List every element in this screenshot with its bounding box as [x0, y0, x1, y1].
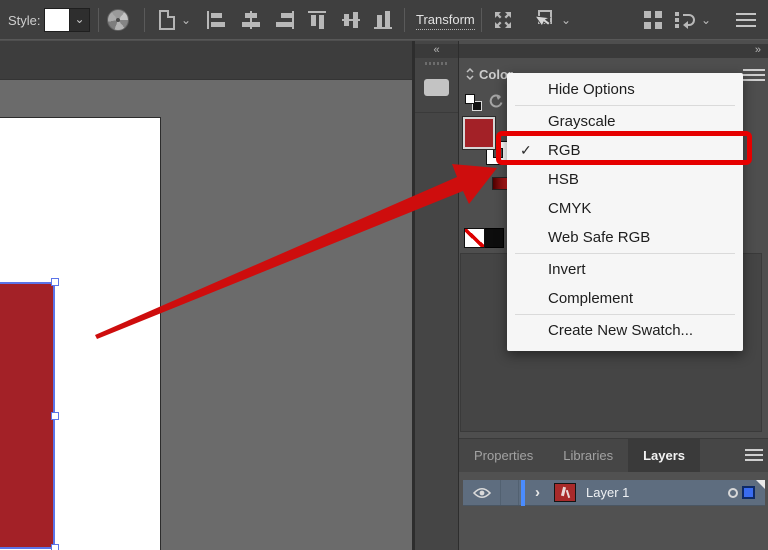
snap-grid-icon[interactable]	[644, 11, 662, 29]
expand-dock-button[interactable]: »	[459, 44, 768, 58]
menu-item-complement[interactable]: Complement	[507, 284, 743, 313]
fill-color-swatch[interactable]	[463, 117, 495, 149]
dock-grip[interactable]	[425, 62, 448, 65]
fill-stroke-mini-icon[interactable]	[465, 94, 482, 111]
black-color-swatch[interactable]	[485, 228, 504, 248]
tab-layers[interactable]: Layers	[628, 439, 700, 472]
menu-separator	[515, 314, 735, 315]
color-panel-flyout-menu: Hide Options Grayscale ✓ RGB HSB CMYK We…	[507, 73, 743, 351]
comments-panel-button[interactable]	[415, 67, 458, 113]
layers-panel-menu-button[interactable]	[745, 449, 763, 461]
target-circle-icon[interactable]	[728, 488, 738, 498]
chevron-down-icon[interactable]: ⌄	[70, 8, 90, 32]
toolbar-separator	[98, 8, 99, 32]
canvas[interactable]	[0, 41, 412, 550]
comment-bubble-icon	[424, 79, 449, 96]
panel-tab-bar: Properties Libraries Layers	[459, 438, 768, 472]
fit-to-selection-icon[interactable]	[492, 9, 514, 31]
layer-corner-marker	[756, 480, 765, 489]
menu-item-create-new-swatch[interactable]: Create New Swatch...	[507, 316, 743, 345]
menu-item-hsb[interactable]: HSB	[507, 165, 743, 194]
icon-dock: «	[415, 41, 458, 550]
document-setup-icon[interactable]	[159, 10, 175, 30]
expand-layer-chevron-icon[interactable]: ›	[535, 484, 540, 501]
control-bar-menu-icon[interactable]	[736, 13, 756, 27]
none-color-swatch[interactable]	[464, 228, 485, 248]
menu-separator	[515, 105, 735, 106]
align-vertical-middle-icon[interactable]	[341, 10, 363, 30]
align-top-icon[interactable]	[307, 10, 329, 30]
toolbar-separator	[481, 8, 482, 32]
tab-properties[interactable]: Properties	[459, 439, 548, 472]
annotation-highlight-box	[496, 131, 752, 165]
eye-icon	[473, 487, 491, 499]
selection-handle[interactable]	[51, 278, 59, 286]
style-picker[interactable]: ⌄	[44, 8, 90, 32]
layer-color-bar	[521, 480, 525, 506]
color-panel-menu-button[interactable]	[743, 64, 765, 86]
menu-item-cmyk[interactable]: CMYK	[507, 194, 743, 223]
menu-item-web-safe-rgb[interactable]: Web Safe RGB	[507, 223, 743, 252]
style-swatch[interactable]	[44, 8, 70, 32]
layer-thumbnail[interactable]	[554, 483, 576, 502]
align-bottom-icon[interactable]	[373, 10, 395, 30]
document-tab-strip	[0, 41, 412, 80]
chevron-down-icon[interactable]: ⌄	[561, 13, 571, 27]
transform-link[interactable]: Transform	[416, 12, 475, 30]
align-right-icon[interactable]	[273, 10, 295, 30]
selection-indicator-square[interactable]	[742, 486, 755, 499]
toolbar-separator	[404, 8, 405, 32]
layer-row[interactable]: › Layer 1	[463, 480, 765, 506]
chevron-down-icon[interactable]: ⌄	[181, 13, 191, 27]
align-horizontal-center-icon[interactable]	[240, 10, 262, 30]
chevron-down-icon[interactable]: ⌄	[701, 13, 711, 27]
illustrator-workspace: Style: ⌄ ⌄ Transform	[0, 0, 768, 550]
menu-item-invert[interactable]: Invert	[507, 255, 743, 284]
arrange-wrap-icon[interactable]	[674, 11, 696, 29]
lock-cell[interactable]	[501, 480, 519, 505]
layer-name[interactable]: Layer 1	[586, 485, 728, 500]
align-left-icon[interactable]	[206, 10, 228, 30]
revert-arrow-icon[interactable]	[487, 94, 503, 108]
layers-panel-body: › Layer 1	[459, 472, 768, 550]
color-wheel-icon[interactable]	[107, 9, 129, 31]
collapse-dock-button[interactable]: «	[415, 44, 458, 58]
selected-red-rectangle[interactable]	[0, 282, 55, 549]
selection-handle[interactable]	[51, 412, 59, 420]
menu-item-hide-options[interactable]: Hide Options	[507, 75, 743, 104]
visibility-cell[interactable]	[463, 480, 501, 505]
menu-separator	[515, 253, 735, 254]
tab-libraries[interactable]: Libraries	[548, 439, 628, 472]
toolbar-separator	[144, 8, 145, 32]
style-label: Style:	[8, 13, 41, 28]
panel-collapse-icon[interactable]	[465, 67, 475, 81]
selection-handle[interactable]	[51, 544, 59, 550]
select-similar-icon[interactable]	[530, 9, 556, 31]
control-bar: Style: ⌄ ⌄ Transform	[0, 0, 768, 40]
